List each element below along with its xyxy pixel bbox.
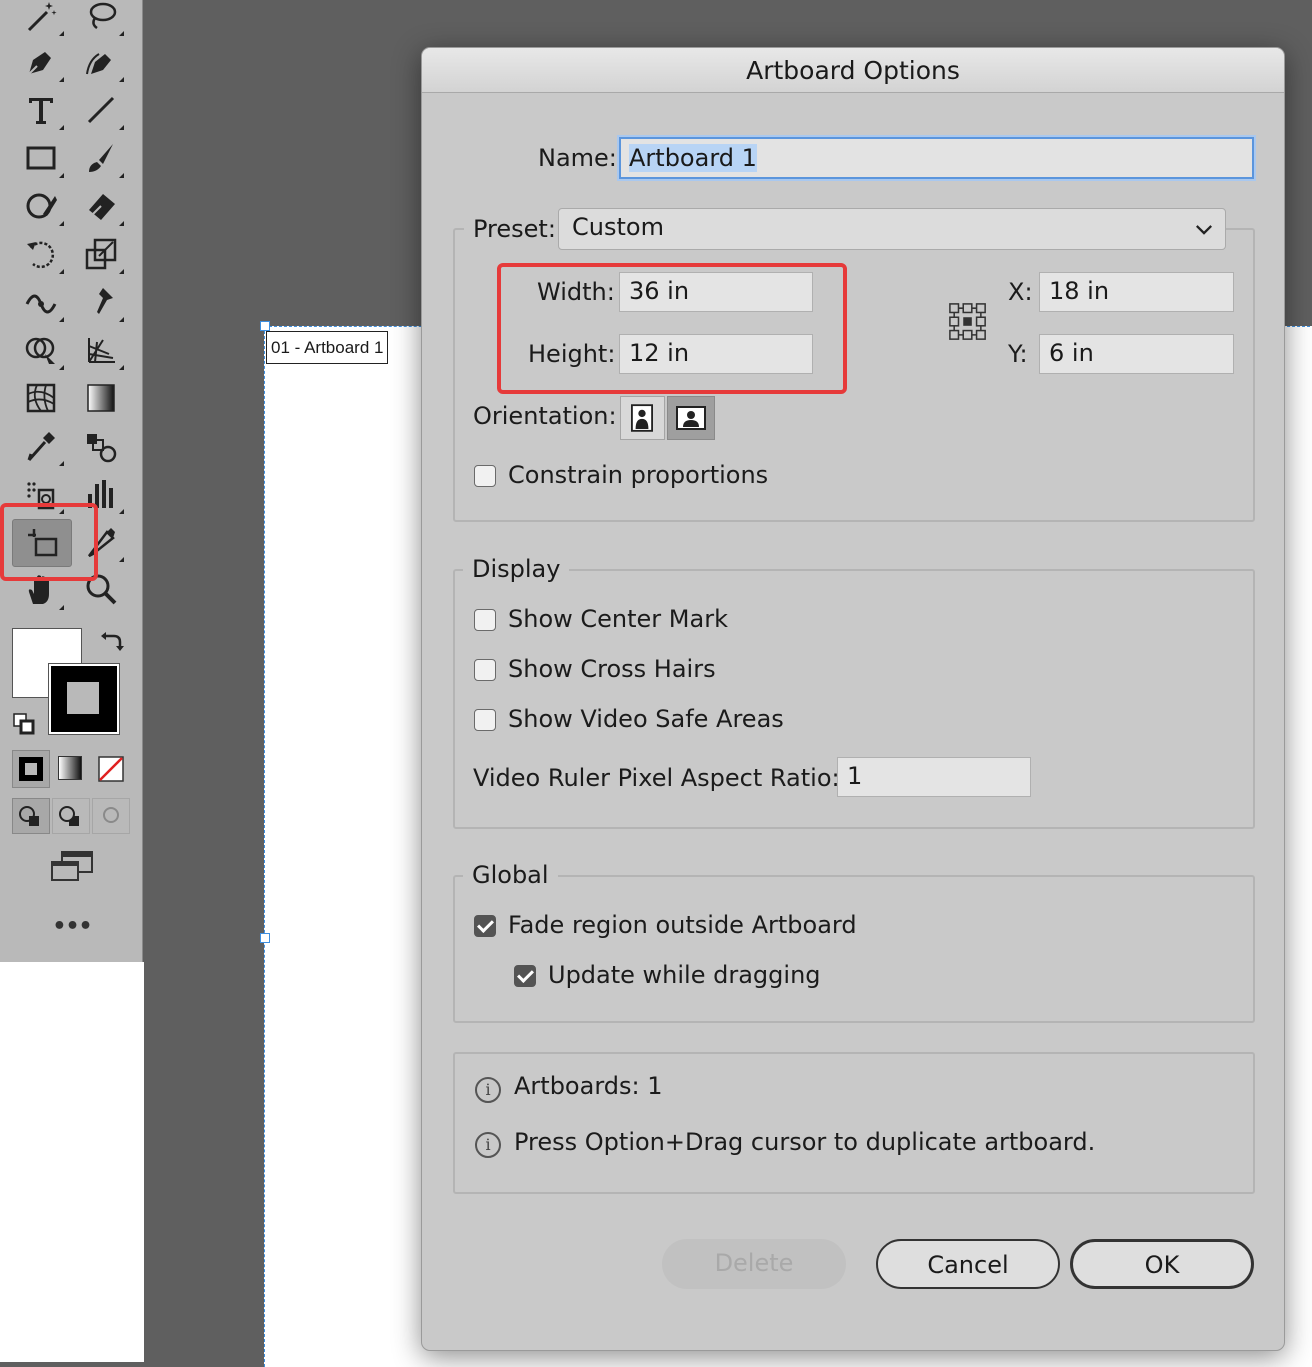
show-center-mark-checkbox[interactable] (474, 609, 496, 631)
draw-behind-icon[interactable] (52, 798, 90, 834)
name-input[interactable]: Artboard 1 (619, 137, 1254, 179)
gradient-tool-icon[interactable] (78, 376, 124, 420)
stroke-swatch[interactable] (48, 663, 120, 735)
show-video-safe-areas-checkbox[interactable] (474, 709, 496, 731)
rectangle-tool-icon[interactable] (18, 136, 64, 180)
shaper-tool-icon[interactable] (18, 184, 64, 228)
shape-builder-tool-icon[interactable] (18, 328, 64, 372)
preset-dropdown[interactable]: Custom (558, 208, 1226, 250)
display-legend: Display (463, 555, 570, 583)
swap-fill-stroke-icon[interactable] (100, 630, 124, 654)
constrain-proportions-label: Constrain proportions (508, 461, 769, 489)
name-input-value: Artboard 1 (629, 144, 757, 172)
lasso-tool-icon[interactable] (78, 0, 124, 38)
fade-region-checkbox[interactable] (474, 915, 496, 937)
fade-region-label: Fade region outside Artboard (508, 911, 857, 939)
y-input[interactable]: 6 in (1039, 334, 1234, 374)
pen-tool-icon[interactable] (18, 40, 64, 84)
artboard-name-label: 01 - Artboard 1 (266, 331, 389, 364)
landscape-button[interactable] (667, 396, 715, 440)
update-while-dragging-label: Update while dragging (548, 961, 821, 989)
size-fields-highlight (497, 263, 847, 394)
dialog-title: Artboard Options (422, 48, 1284, 93)
artboard-handle-middle-left[interactable] (260, 933, 270, 943)
draw-normal-icon[interactable] (12, 798, 50, 834)
show-cross-hairs-label: Show Cross Hairs (508, 655, 716, 683)
ok-button[interactable]: OK (1070, 1239, 1254, 1289)
tools-panel: ••• (0, 0, 143, 962)
color-mode-button[interactable] (12, 750, 50, 788)
type-tool-icon[interactable] (18, 88, 64, 132)
artboards-count: Artboards: 1 (514, 1072, 663, 1100)
perspective-grid-tool-icon[interactable] (78, 328, 124, 372)
canvas-pasteboard (0, 962, 144, 1362)
artboard-options-dialog: Artboard Options Name: Artboard 1 Preset… (421, 47, 1285, 1351)
paintbrush-tool-icon[interactable] (78, 136, 124, 180)
preset-dropdown-value: Custom (572, 213, 664, 241)
cancel-button[interactable]: Cancel (876, 1239, 1060, 1289)
scale-tool-icon[interactable] (78, 232, 124, 276)
mesh-tool-icon[interactable] (18, 376, 64, 420)
global-legend: Global (463, 861, 558, 889)
orientation-label: Orientation: (473, 402, 617, 430)
curvature-tool-icon[interactable] (78, 40, 124, 84)
x-input[interactable]: 18 in (1039, 272, 1234, 312)
more-tools-button[interactable]: ••• (50, 914, 94, 944)
info-icon: i (475, 1077, 501, 1103)
default-fill-stroke-icon[interactable] (12, 712, 36, 736)
eraser-tool-icon[interactable] (78, 184, 124, 228)
pixel-aspect-ratio-label: Video Ruler Pixel Aspect Ratio: (473, 764, 840, 792)
eyedropper-tool-icon[interactable] (18, 424, 64, 468)
name-label: Name: (538, 144, 617, 172)
show-center-mark-label: Show Center Mark (508, 605, 728, 633)
x-label: X: (1008, 278, 1033, 306)
info-icon: i (475, 1132, 501, 1158)
show-video-safe-areas-label: Show Video Safe Areas (508, 705, 784, 733)
constrain-proportions-checkbox[interactable] (474, 465, 496, 487)
artboard-tool-highlight (0, 503, 98, 581)
puppet-warp-tool-icon[interactable] (78, 280, 124, 324)
delete-button[interactable]: Delete (662, 1239, 846, 1289)
width-tool-icon[interactable] (18, 280, 64, 324)
show-cross-hairs-checkbox[interactable] (474, 659, 496, 681)
chevron-down-icon (1196, 225, 1212, 235)
magic-wand-tool-icon[interactable] (18, 0, 64, 38)
update-while-dragging-checkbox[interactable] (514, 965, 536, 987)
artboard-handle-top-left[interactable] (260, 321, 270, 331)
reference-point-grid-icon[interactable] (948, 302, 990, 344)
pixel-aspect-ratio-input[interactable]: 1 (837, 757, 1031, 797)
portrait-icon (631, 404, 653, 432)
global-group (453, 875, 1255, 1023)
portrait-button[interactable] (620, 396, 665, 440)
draw-inside-icon[interactable] (92, 798, 130, 834)
gradient-mode-button[interactable] (52, 750, 90, 788)
blend-tool-icon[interactable] (78, 424, 124, 468)
rotate-tool-icon[interactable] (18, 232, 64, 276)
screen-mode-icon[interactable] (48, 848, 96, 886)
preset-label: Preset: (464, 215, 565, 243)
y-label: Y: (1008, 340, 1028, 368)
duplicate-tip: Press Option+Drag cursor to duplicate ar… (514, 1128, 1096, 1156)
none-mode-button[interactable] (92, 750, 130, 788)
line-segment-tool-icon[interactable] (78, 88, 124, 132)
landscape-icon (676, 406, 706, 430)
